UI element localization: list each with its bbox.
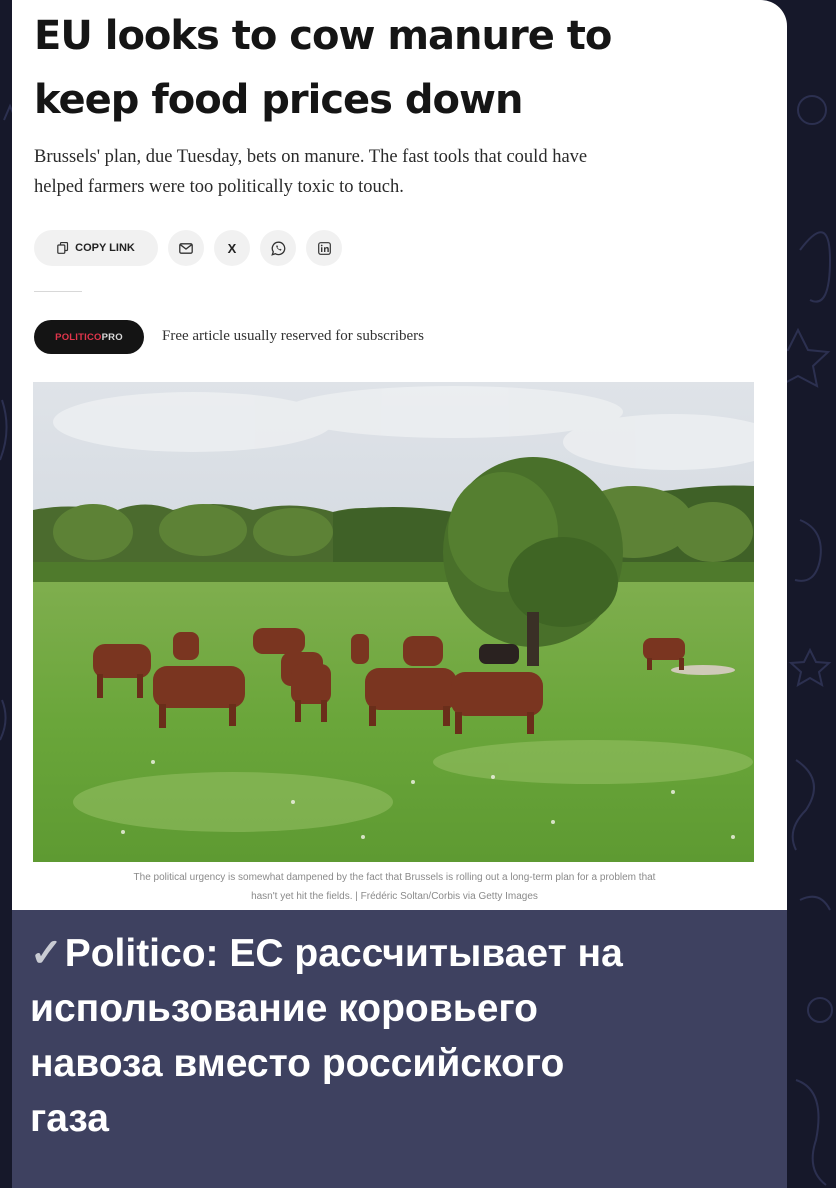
message-text: ✓Politico: ЕС рассчитывает на использова… xyxy=(30,926,770,1146)
headline-line-2: keep food prices down xyxy=(34,77,523,123)
photo-caption: The political urgency is somewhat dampen… xyxy=(42,868,747,906)
share-email-button[interactable] xyxy=(168,230,204,266)
dek-line-2: helped farmers were too politically toxi… xyxy=(34,177,404,197)
politico-pro-badge[interactable]: POLITICO PRO xyxy=(34,320,144,354)
copy-icon xyxy=(57,242,69,254)
caption-line-1: The political urgency is somewhat dampen… xyxy=(133,872,656,883)
copy-link-label: COPY LINK xyxy=(75,242,135,254)
share-whatsapp-button[interactable] xyxy=(260,230,296,266)
badge-brand: POLITICO xyxy=(55,331,102,343)
divider xyxy=(34,291,82,292)
article-dek: Brussels' plan, due Tuesday, bets on man… xyxy=(34,142,754,202)
x-icon: X xyxy=(227,240,237,256)
article-headline: EU looks to cow manure to keep food pric… xyxy=(34,4,754,132)
caption-line-2: hasn't yet hit the fields. | Frédéric So… xyxy=(251,891,538,902)
dek-line-1: Brussels' plan, due Tuesday, bets on man… xyxy=(34,147,588,167)
share-x-button[interactable]: X xyxy=(214,230,250,266)
whatsapp-icon xyxy=(270,241,285,256)
article-card: EU looks to cow manure to keep food pric… xyxy=(12,0,787,910)
share-linkedin-button[interactable] xyxy=(306,230,342,266)
message-line-2: использование коровьего xyxy=(30,987,538,1030)
share-bar: COPY LINK X xyxy=(34,230,342,266)
message-line-3: навоза вместо российского xyxy=(30,1042,565,1085)
check-icon: ✓ xyxy=(30,932,63,975)
message-line-1: Politico: ЕС рассчитывает на xyxy=(64,932,623,975)
badge-pro: PRO xyxy=(101,331,123,343)
mail-icon xyxy=(179,242,193,254)
linkedin-icon xyxy=(317,241,331,255)
copy-link-button[interactable]: COPY LINK xyxy=(34,230,158,266)
free-article-note: Free article usually reserved for subscr… xyxy=(162,328,424,344)
message-line-4: газа xyxy=(30,1097,109,1140)
headline-line-1: EU looks to cow manure to xyxy=(34,13,612,59)
article-photo xyxy=(33,382,754,862)
